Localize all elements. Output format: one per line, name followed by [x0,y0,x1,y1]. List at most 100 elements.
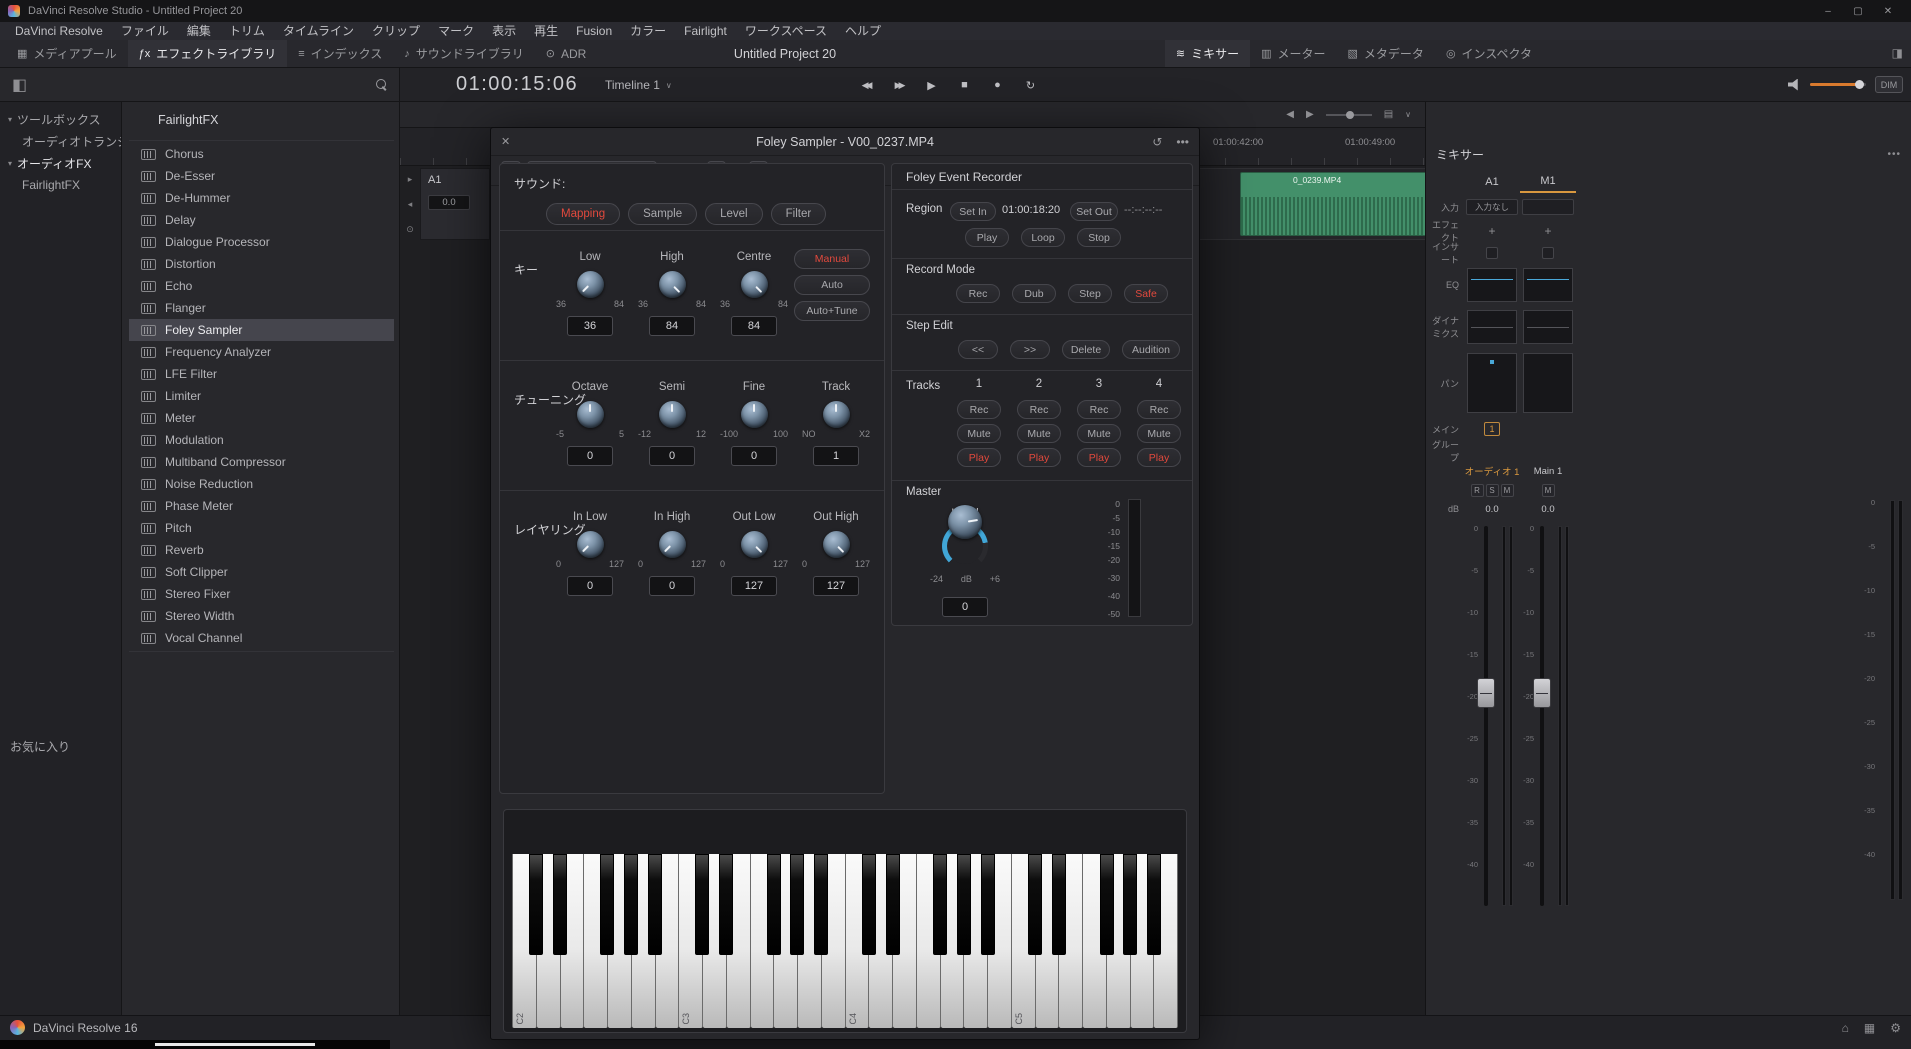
m-button[interactable]: M [1501,484,1514,497]
track2-mute-button[interactable]: Mute [1017,424,1061,443]
knob-octave[interactable] [577,401,604,428]
knob-in-high[interactable] [659,531,686,558]
eq-display[interactable] [1523,268,1573,302]
fast-forward-button[interactable]: ▶▶ [885,72,912,98]
record-mode-step-button[interactable]: Step [1068,284,1112,303]
effect-item-delay[interactable]: Delay [129,209,394,231]
toolbar-button-index[interactable]: ≡インデックス [287,40,393,67]
track-volume-value[interactable]: 0.0 [428,195,470,210]
track2-play-button[interactable]: Play [1017,448,1061,467]
menu-item-4[interactable]: タイムライン [274,22,363,40]
dynamics-display[interactable] [1523,310,1573,344]
pan-display[interactable] [1467,353,1517,413]
track3-mute-button[interactable]: Mute [1077,424,1121,443]
sidebar-item-fx[interactable]: ▾オーディオFX [0,152,121,174]
black-key[interactable] [981,854,995,955]
effect-item-meter[interactable]: Meter [129,407,394,429]
effect-item-de-esser[interactable]: De-Esser [129,165,394,187]
sidebar-item-1[interactable]: オーディオトランジ... [0,130,121,152]
timeline-selector[interactable]: Timeline 1 ∨ [605,78,672,92]
speaker-icon[interactable] [1788,79,1801,91]
menu-item-1[interactable]: ファイル [112,22,178,40]
tab-mapping[interactable]: Mapping [546,203,620,225]
black-key[interactable] [624,854,638,955]
knob-centre[interactable] [741,271,768,298]
region-play-button[interactable]: Play [965,228,1009,247]
effect-item-soft-clipper[interactable]: Soft Clipper [129,561,394,583]
m-button[interactable]: M [1542,484,1555,497]
effect-item-phase-meter[interactable]: Phase Meter [129,495,394,517]
loop-button[interactable]: ↻ [1017,72,1044,98]
zoom-out-icon[interactable]: ◀ [1286,109,1294,120]
fader-handle[interactable] [1533,678,1551,708]
clock-icon[interactable]: ⊙ [406,224,414,235]
knob-low[interactable] [577,271,604,298]
effect-item-modulation[interactable]: Modulation [129,429,394,451]
track1-play-button[interactable]: Play [957,448,1001,467]
effect-item-dialogue-processor[interactable]: Dialogue Processor [129,231,394,253]
effect-item-reverb[interactable]: Reverb [129,539,394,561]
track3-rec-button[interactable]: Rec [1077,400,1121,419]
dialog-close-icon[interactable]: ✕ [501,135,517,148]
effect-item-foley-sampler[interactable]: Foley Sampler [129,319,394,341]
knob-item[interactable] [948,505,982,539]
toolbar-button-metadata[interactable]: ▧メタデータ [1337,40,1435,67]
knob-out-low[interactable] [741,531,768,558]
favorites-label[interactable]: お気に入り [10,738,70,755]
tab-level[interactable]: Level [705,203,763,225]
black-key[interactable] [957,854,971,955]
dialog-titlebar[interactable]: ✕ Foley Sampler - V00_0237.MP4 ↺ ••• [491,128,1199,156]
track2-rec-button[interactable]: Rec [1017,400,1061,419]
effect-item-de-hummer[interactable]: De-Hummer [129,187,394,209]
panel-layout-icon[interactable]: ◨ [1892,46,1903,60]
dialog-menu-icon[interactable]: ••• [1176,135,1189,149]
toolbar-button-mixer[interactable]: ≋ミキサー [1165,40,1250,67]
track1-rec-button[interactable]: Rec [957,400,1001,419]
minimize-button[interactable]: – [1813,6,1843,17]
knob-high[interactable] [659,271,686,298]
chevron-down-icon[interactable]: ∨ [1405,110,1411,119]
mixer-channel-tab-a1[interactable]: A1 [1464,171,1520,193]
black-key[interactable] [553,854,567,955]
effect-item-lfe-filter[interactable]: LFE Filter [129,363,394,385]
toolbar-button-inspector[interactable]: ◎インスペクタ [1435,40,1543,67]
insert-toggle[interactable] [1486,247,1498,259]
menu-item-12[interactable]: ワークスペース [736,22,836,40]
track4-mute-button[interactable]: Mute [1137,424,1181,443]
toolbar-button-adr[interactable]: ⊙ADR [535,40,598,67]
insert-toggle[interactable] [1542,247,1554,259]
effect-item-echo[interactable]: Echo [129,275,394,297]
black-key[interactable] [790,854,804,955]
effect-item-distortion[interactable]: Distortion [129,253,394,275]
black-key[interactable] [1147,854,1161,955]
black-key[interactable] [1100,854,1114,955]
black-key[interactable] [695,854,709,955]
sidebar-item-fairlightfx[interactable]: FairlightFX [0,174,121,196]
button-auto[interactable]: Auto [794,275,870,295]
black-key[interactable] [886,854,900,955]
track4-rec-button[interactable]: Rec [1137,400,1181,419]
effect-item-stereo-fixer[interactable]: Stereo Fixer [129,583,394,605]
dynamics-display[interactable] [1467,310,1517,344]
sidebar-item-0[interactable]: ▾ツールボックス [0,108,121,130]
menu-item-13[interactable]: ヘルプ [836,22,890,40]
zoom-slider-handle[interactable] [1346,111,1354,119]
black-key[interactable] [933,854,947,955]
set-out-button[interactable]: Set Out [1070,202,1118,221]
volume-handle[interactable] [1855,80,1864,89]
menu-item-davinci-resolve[interactable]: DaVinci Resolve [6,22,112,40]
dim-button[interactable]: DIM [1875,76,1903,93]
fader-handle[interactable] [1477,678,1495,708]
eq-display[interactable] [1467,268,1517,302]
toolbar-button-media-pool[interactable]: ▦メディアプール [6,40,128,67]
track-header-a1[interactable]: A1 0.0 [420,168,490,240]
play-button[interactable]: ▶ [918,72,945,98]
black-key[interactable] [648,854,662,955]
pan-display[interactable] [1523,353,1573,413]
effect-item-noise-reduction[interactable]: Noise Reduction [129,473,394,495]
effect-item-vocal-channel[interactable]: Vocal Channel [129,627,394,649]
r-button[interactable]: R [1471,484,1484,497]
add-effect-button[interactable]: + [1544,224,1551,238]
black-key[interactable] [719,854,733,955]
input-select-a1[interactable]: 入力なし [1466,199,1518,215]
